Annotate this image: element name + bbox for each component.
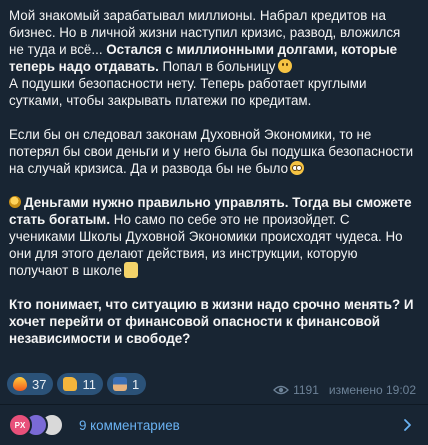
chevron-right-icon — [404, 419, 411, 431]
post-text-p4: Кто понимает, что ситуацию в жизни надо … — [9, 297, 414, 346]
magic-lamp-icon — [123, 262, 138, 278]
reaction-count: 37 — [32, 376, 47, 392]
person-raising-hands-icon — [112, 377, 127, 391]
edited-time: изменено 19:02 — [328, 383, 416, 397]
fire-icon — [13, 377, 27, 391]
channel-post: Мой знакомый зарабатывал миллионы. Набра… — [0, 0, 428, 445]
commenter-avatars: PX — [8, 413, 72, 437]
reaction-thumbs-up[interactable]: 11 — [57, 373, 103, 395]
view-count: 1191 — [293, 383, 319, 397]
post-text: Мой знакомый зарабатывал миллионы. Набра… — [0, 0, 428, 347]
reaction-count: 11 — [82, 376, 96, 392]
avatar: PX — [8, 413, 32, 437]
worried-face-icon — [277, 59, 292, 73]
coin-icon — [9, 196, 21, 208]
reaction-person-raising-hands[interactable]: 1 — [106, 373, 147, 395]
post-text-p1-c: Попал в больницу — [158, 59, 276, 74]
pleading-face-icon — [290, 161, 305, 175]
post-text-p2: Если бы он следовал законам Духовной Эко… — [9, 127, 414, 176]
eye-icon — [273, 385, 290, 395]
reaction-count: 1 — [131, 376, 140, 392]
post-text-p1-d: А подушки безопасности нету. Теперь рабо… — [9, 76, 367, 108]
thumbs-up-icon — [63, 377, 78, 391]
reaction-fire[interactable]: 37 — [7, 373, 54, 395]
comments-button[interactable]: PX 9 комментариев — [0, 405, 428, 445]
reactions-bar: 37 11 1 — [7, 373, 147, 395]
comments-label: 9 комментариев — [79, 417, 180, 433]
post-meta: 1191 изменено 19:02 — [273, 383, 416, 397]
